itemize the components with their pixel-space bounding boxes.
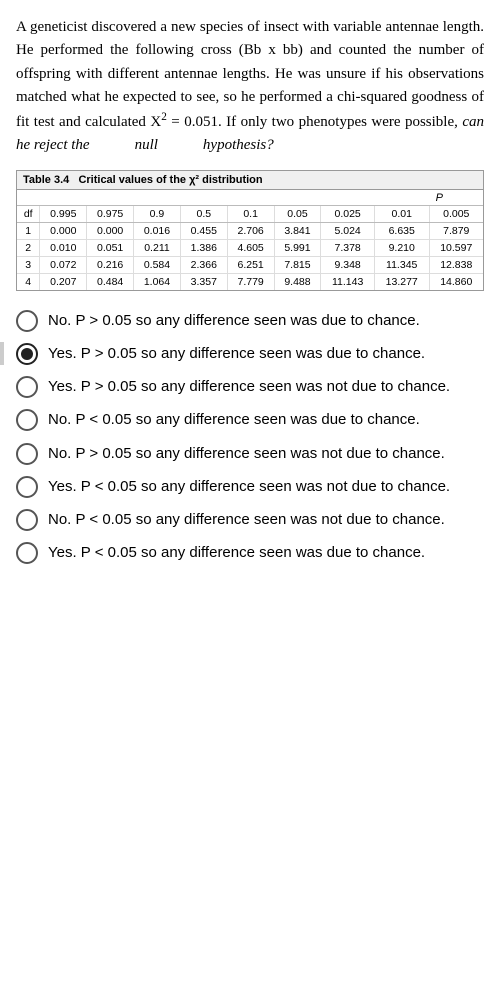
table-cell-value: 9.348: [321, 256, 375, 273]
table-cell-df: 4: [17, 273, 40, 290]
radio-circle-7[interactable]: [16, 509, 38, 531]
table-cell-value: 1.386: [180, 239, 227, 256]
table-cell-df: 2: [17, 239, 40, 256]
option-text-4: No. P < 0.05 so any difference seen was …: [48, 408, 484, 431]
option-text-2: Yes. P > 0.05 so any difference seen was…: [48, 342, 484, 365]
col-df: df: [17, 205, 40, 222]
answer-options: No. P > 0.05 so any difference seen was …: [16, 309, 484, 565]
table-cell-value: 12.838: [429, 256, 483, 273]
table-row: 40.2070.4841.0643.3577.7799.48811.14313.…: [17, 273, 483, 290]
table-cell-value: 0.211: [134, 239, 181, 256]
radio-circle-1[interactable]: [16, 310, 38, 332]
table-cell-value: 0.010: [40, 239, 87, 256]
option-text-8: Yes. P < 0.05 so any difference seen was…: [48, 541, 484, 564]
table-cell-value: 11.143: [321, 273, 375, 290]
table-cell-value: 0.072: [40, 256, 87, 273]
table-cell-value: 3.841: [274, 222, 321, 239]
table-cell-value: 4.605: [227, 239, 274, 256]
table-cell-value: 0.216: [87, 256, 134, 273]
radio-circle-3[interactable]: [16, 376, 38, 398]
table-cell-value: 9.210: [374, 239, 429, 256]
col-05: 0.5: [180, 205, 227, 222]
table-cell-value: 13.277: [374, 273, 429, 290]
col-001: 0.01: [374, 205, 429, 222]
option-text-7: No. P < 0.05 so any difference seen was …: [48, 508, 484, 531]
radio-circle-8[interactable]: [16, 542, 38, 564]
col-01: 0.1: [227, 205, 274, 222]
table-cell-value: 6.251: [227, 256, 274, 273]
option-text-5: No. P > 0.05 so any difference seen was …: [48, 442, 484, 465]
option-text-6: Yes. P < 0.05 so any difference seen was…: [48, 475, 484, 498]
option-item-2[interactable]: Yes. P > 0.05 so any difference seen was…: [16, 342, 484, 365]
option-item-3[interactable]: Yes. P > 0.05 so any difference seen was…: [16, 375, 484, 398]
table-cell-df: 1: [17, 222, 40, 239]
table-cell-value: 14.860: [429, 273, 483, 290]
col-0005: 0.005: [429, 205, 483, 222]
p-header: P: [17, 190, 483, 206]
col-005: 0.05: [274, 205, 321, 222]
table-row: 20.0100.0510.2111.3864.6055.9917.3789.21…: [17, 239, 483, 256]
table-cell-value: 1.064: [134, 273, 181, 290]
option-item-7[interactable]: No. P < 0.05 so any difference seen was …: [16, 508, 484, 531]
question-paragraph: A geneticist discovered a new species of…: [16, 16, 484, 158]
option-item-6[interactable]: Yes. P < 0.05 so any difference seen was…: [16, 475, 484, 498]
table-cell-value: 10.597: [429, 239, 483, 256]
table-cell-value: 7.815: [274, 256, 321, 273]
table-row: 10.0000.0000.0160.4552.7063.8415.0246.63…: [17, 222, 483, 239]
table-cell-value: 2.706: [227, 222, 274, 239]
table-cell-value: 7.779: [227, 273, 274, 290]
table-cell-value: 3.357: [180, 273, 227, 290]
table-cell-value: 0.455: [180, 222, 227, 239]
table-title: Table 3.4 Critical values of the χ² dist…: [17, 171, 483, 190]
col-09: 0.9: [134, 205, 181, 222]
table-cell-value: 0.051: [87, 239, 134, 256]
table-cell-value: 11.345: [374, 256, 429, 273]
table-cell-value: 6.635: [374, 222, 429, 239]
col-0025: 0.025: [321, 205, 375, 222]
radio-inner-2: [21, 348, 33, 360]
table-cell-value: 7.879: [429, 222, 483, 239]
table-cell-value: 5.024: [321, 222, 375, 239]
table-cell-value: 9.488: [274, 273, 321, 290]
chi-squared-table: Table 3.4 Critical values of the χ² dist…: [16, 170, 484, 291]
radio-circle-2[interactable]: [16, 343, 38, 365]
table-cell-value: 0.000: [87, 222, 134, 239]
col-0995: 0.995: [40, 205, 87, 222]
table-row: 30.0720.2160.5842.3666.2517.8159.34811.3…: [17, 256, 483, 273]
radio-circle-5[interactable]: [16, 443, 38, 465]
option-item-5[interactable]: No. P > 0.05 so any difference seen was …: [16, 442, 484, 465]
option-item-8[interactable]: Yes. P < 0.05 so any difference seen was…: [16, 541, 484, 564]
radio-circle-4[interactable]: [16, 409, 38, 431]
table-cell-value: 0.484: [87, 273, 134, 290]
option-item-1[interactable]: No. P > 0.05 so any difference seen was …: [16, 309, 484, 332]
option-item-4[interactable]: No. P < 0.05 so any difference seen was …: [16, 408, 484, 431]
table-cell-df: 3: [17, 256, 40, 273]
table-title-text: Critical values of the χ² distribution: [78, 174, 262, 186]
radio-circle-6[interactable]: [16, 476, 38, 498]
table-cell-value: 7.378: [321, 239, 375, 256]
table-cell-value: 0.584: [134, 256, 181, 273]
option-text-1: No. P > 0.05 so any difference seen was …: [48, 309, 484, 332]
table-cell-value: 0.016: [134, 222, 181, 239]
option-text-3: Yes. P > 0.05 so any difference seen was…: [48, 375, 484, 398]
table-cell-value: 0.000: [40, 222, 87, 239]
table-number: Table 3.4: [23, 174, 69, 186]
table-cell-value: 0.207: [40, 273, 87, 290]
col-0975: 0.975: [87, 205, 134, 222]
table-cell-value: 5.991: [274, 239, 321, 256]
table-cell-value: 2.366: [180, 256, 227, 273]
